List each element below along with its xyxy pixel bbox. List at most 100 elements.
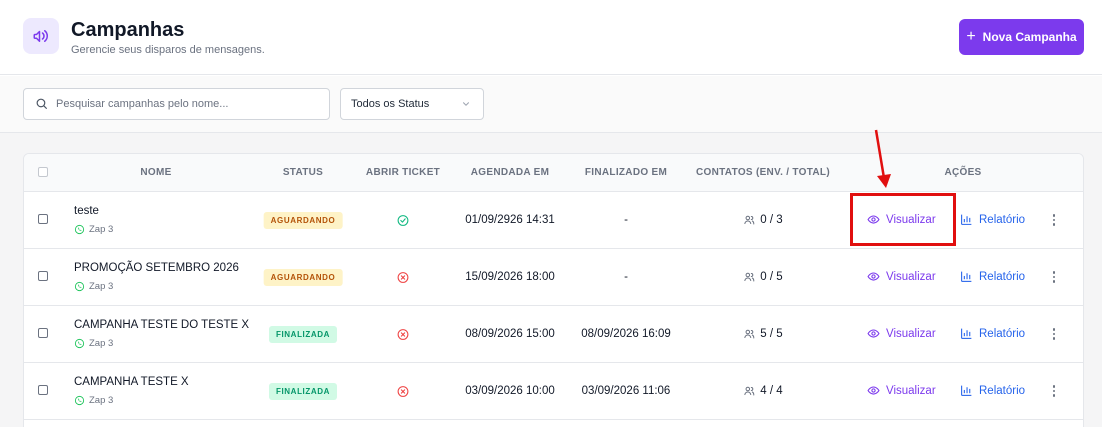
finished-date: 03/09/2026 11:06 — [581, 385, 671, 397]
plus-icon: + — [966, 28, 976, 45]
table-header: NOME STATUS ABRIR TICKET AGENDADA EM FIN… — [24, 154, 1083, 192]
bar-chart-icon — [961, 385, 972, 396]
column-header-status: STATUS — [282, 167, 324, 178]
table-row: CAMPANHA TESTE DO TESTE X Zap 3 FINALIZA… — [24, 306, 1083, 363]
view-button[interactable]: Visualizar — [867, 213, 936, 226]
open-ticket-indicator — [397, 385, 410, 403]
kebab-menu-icon[interactable] — [1050, 211, 1058, 229]
campaign-connection: Zap 3 — [74, 281, 113, 292]
campaign-name: CAMPANHA TESTE X — [74, 376, 189, 388]
column-header-ticket: ABRIR TICKET — [365, 167, 441, 178]
contacts-value: 0 / 3 — [760, 214, 783, 226]
users-icon — [744, 386, 755, 396]
view-button[interactable]: Visualizar — [867, 270, 936, 283]
new-campaign-button[interactable]: + Nova Campanha — [959, 19, 1084, 55]
x-circle-icon — [397, 329, 409, 340]
filter-bar: Todos os Status — [0, 76, 1102, 133]
column-header-contacts: CONTATOS (ENV. / TOTAL) — [696, 167, 830, 178]
bar-chart-icon — [961, 214, 972, 225]
view-label: Visualizar — [886, 270, 936, 283]
row-checkbox[interactable] — [38, 271, 48, 281]
open-ticket-indicator — [397, 214, 410, 232]
finished-date: 08/09/2026 16:09 — [581, 328, 671, 340]
contacts-value: 5 / 5 — [760, 328, 783, 340]
contacts-count: 0 / 5 — [743, 271, 783, 283]
campaign-connection: Zap 3 — [74, 395, 113, 406]
status-badge: AGUARDANDO — [263, 269, 343, 286]
table-row: PROMOÇÃO SETEMBRO 2026 Zap 3 AGUARDANDO … — [24, 249, 1083, 306]
row-checkbox[interactable] — [38, 328, 48, 338]
whatsapp-icon — [74, 395, 85, 406]
contacts-count: 0 / 3 — [743, 214, 783, 226]
report-button[interactable]: Relatório — [960, 384, 1025, 397]
report-button[interactable]: Relatório — [960, 327, 1025, 340]
megaphone-icon — [23, 18, 59, 54]
report-button[interactable]: Relatório — [960, 270, 1025, 283]
view-button[interactable]: Visualizar — [867, 384, 936, 397]
page-header: Campanhas Gerencie seus disparos de mens… — [0, 0, 1102, 75]
users-icon — [744, 215, 755, 225]
eye-icon — [867, 329, 880, 338]
eye-icon — [867, 386, 880, 395]
status-badge: FINALIZADA — [269, 326, 337, 343]
whatsapp-icon — [74, 224, 85, 235]
users-icon — [744, 329, 755, 339]
finished-date: - — [624, 271, 628, 283]
bar-chart-icon — [961, 328, 972, 339]
status-badge: AGUARDANDO — [263, 212, 343, 229]
campaign-connection: Zap 3 — [74, 224, 113, 235]
x-circle-icon — [397, 386, 409, 397]
column-header-name: NOME — [140, 167, 172, 178]
status-badge: FINALIZADA — [269, 383, 337, 400]
connection-label: Zap 3 — [89, 338, 114, 349]
whatsapp-icon — [74, 338, 85, 349]
contacts-count: 4 / 4 — [743, 385, 783, 397]
connection-label: Zap 3 — [89, 224, 114, 235]
table-row: CAMPANHA TESTE X Zap 3 FINALIZADA 03/09/… — [24, 363, 1083, 420]
report-label: Relatório — [979, 213, 1026, 226]
column-header-finished: FINALIZADO EM — [584, 167, 668, 178]
status-filter-select[interactable]: Todos os Status — [340, 88, 484, 120]
contacts-value: 4 / 4 — [760, 385, 783, 397]
finished-date: - — [624, 214, 628, 226]
row-checkbox[interactable] — [38, 385, 48, 395]
report-button[interactable]: Relatório — [960, 213, 1025, 226]
campaign-connection: Zap 3 — [74, 338, 113, 349]
x-circle-icon — [397, 272, 409, 283]
scheduled-date: 08/09/2026 15:00 — [465, 328, 555, 340]
campaigns-table: NOME STATUS ABRIR TICKET AGENDADA EM FIN… — [23, 153, 1084, 427]
check-circle-icon — [397, 215, 409, 226]
kebab-menu-icon[interactable] — [1050, 325, 1058, 343]
report-label: Relatório — [979, 327, 1026, 340]
page-title: Campanhas — [71, 19, 185, 41]
kebab-menu-icon[interactable] — [1050, 268, 1058, 286]
bar-chart-icon — [961, 271, 972, 282]
scheduled-date: 01/09/2926 14:31 — [465, 214, 555, 226]
contacts-count: 5 / 5 — [743, 328, 783, 340]
view-button[interactable]: Visualizar — [867, 327, 936, 340]
search-field[interactable] — [23, 88, 330, 120]
table-row: teste Zap 3 AGUARDANDO 01/09/2926 14:31 … — [24, 192, 1083, 249]
view-label: Visualizar — [886, 384, 936, 397]
page-subtitle: Gerencie seus disparos de mensagens. — [71, 44, 265, 56]
campaign-name: CAMPANHA TESTE DO TESTE X — [74, 319, 250, 331]
status-filter-value: Todos os Status — [351, 98, 430, 110]
row-checkbox[interactable] — [38, 214, 48, 224]
chevron-down-icon — [462, 102, 470, 106]
eye-icon — [867, 215, 880, 224]
search-icon — [36, 98, 47, 109]
column-header-actions: AÇÕES — [944, 167, 982, 178]
report-label: Relatório — [979, 384, 1026, 397]
search-input[interactable] — [56, 94, 321, 114]
view-label: Visualizar — [886, 327, 936, 340]
view-label: Visualizar — [886, 213, 936, 226]
scheduled-date: 15/09/2026 18:00 — [465, 271, 555, 283]
open-ticket-indicator — [397, 271, 410, 289]
contacts-value: 0 / 5 — [760, 271, 783, 283]
new-campaign-label: Nova Campanha — [982, 30, 1077, 44]
select-all-checkbox[interactable] — [38, 167, 48, 177]
report-label: Relatório — [979, 270, 1026, 283]
scheduled-date: 03/09/2026 10:00 — [465, 385, 555, 397]
users-icon — [744, 272, 755, 282]
kebab-menu-icon[interactable] — [1050, 382, 1058, 400]
